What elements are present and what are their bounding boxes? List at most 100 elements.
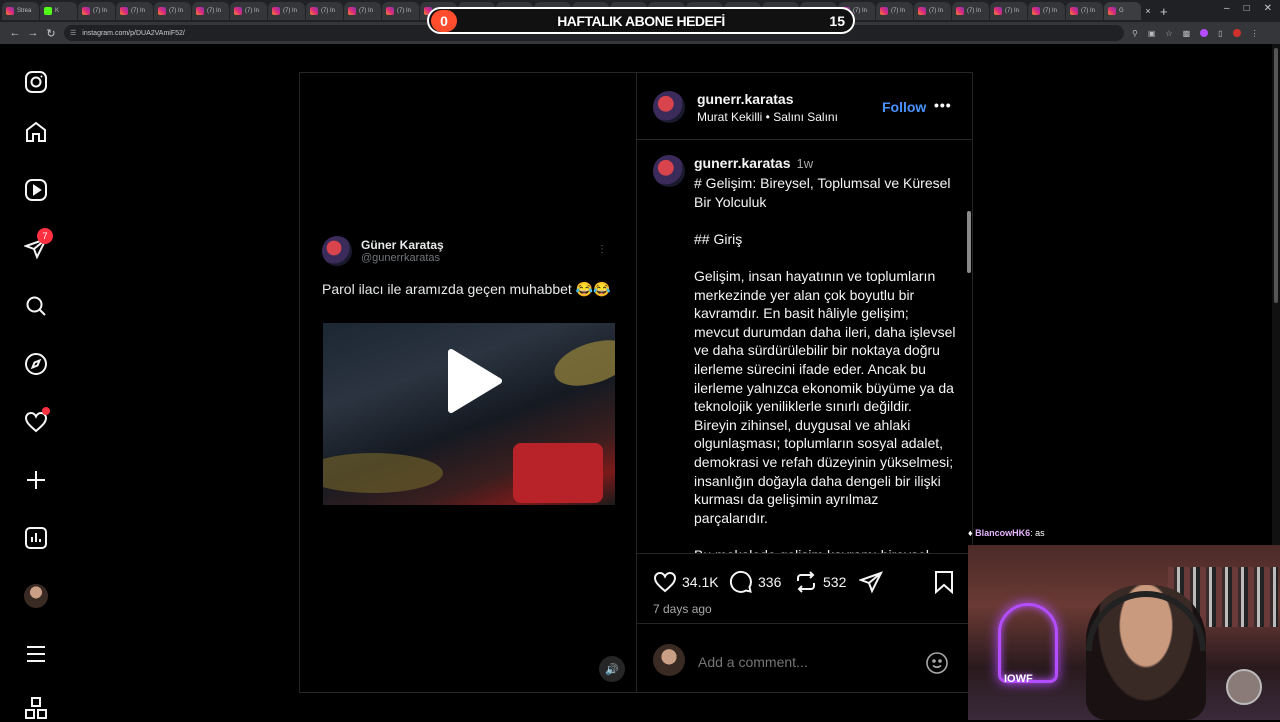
profile-icon[interactable] [1232, 28, 1241, 37]
browser-tab[interactable]: (7) In [876, 2, 913, 20]
maximize-icon[interactable]: □ [1244, 3, 1250, 14]
site-info-icon[interactable]: ☰ [70, 29, 76, 37]
tab-favicon-icon [120, 7, 128, 15]
dashboard-icon[interactable] [22, 524, 50, 552]
tab-title: (7) In [397, 8, 412, 14]
browser-tab[interactable]: (7) In [1028, 2, 1065, 20]
browser-tab[interactable]: Strea [2, 2, 39, 20]
play-icon[interactable] [443, 348, 503, 414]
speaker-icon: 🔊 [605, 663, 619, 676]
browser-menu-icon[interactable]: ⋮ [1251, 29, 1259, 38]
browser-tab[interactable]: (7) In [382, 2, 419, 20]
browser-tab[interactable]: (7) In [116, 2, 153, 20]
tweet-author-handle: @gunerrkaratas [361, 252, 441, 264]
minimize-icon[interactable]: – [1224, 3, 1230, 14]
extension-purple-icon[interactable] [1200, 28, 1209, 37]
messages-icon[interactable]: 7 [22, 228, 53, 262]
caption-username[interactable]: gunerr.karatas [694, 155, 791, 171]
neon-sign-text: IOWF [1004, 673, 1033, 685]
tab-favicon-icon [880, 7, 888, 15]
browser-tab[interactable]: (7) In [914, 2, 951, 20]
profile-avatar[interactable] [22, 582, 50, 610]
post-options-icon[interactable]: ••• [934, 97, 952, 113]
tweet-avatar [322, 236, 352, 266]
browser-tab[interactable]: (7) In [268, 2, 305, 20]
sidepanel-icon[interactable]: ▯ [1218, 29, 1222, 38]
follow-button[interactable]: Follow [882, 99, 926, 115]
tab-favicon-icon [1070, 7, 1078, 15]
comment-action: 336 [729, 570, 781, 594]
comment-icon[interactable] [729, 570, 753, 594]
browser-tab[interactable]: (7) In [344, 2, 381, 20]
browser-tab[interactable]: (7) In [192, 2, 229, 20]
zoom-icon[interactable]: ⚲ [1132, 29, 1138, 38]
subscriber-goal-bar: 0 HAFTALIK ABONE HEDEFİ 15 [427, 7, 855, 34]
tab-favicon-icon [348, 7, 356, 15]
page-scrollbar-thumb[interactable] [1274, 48, 1278, 303]
audio-track-link[interactable]: Murat Kekilli • Salını Salını [697, 110, 838, 124]
post-actions: 34.1K 336 532 7 days ago [637, 553, 973, 623]
browser-tab[interactable]: (7) In [78, 2, 115, 20]
tab-favicon-icon [994, 7, 1002, 15]
repost-icon[interactable] [794, 570, 818, 594]
share-action [859, 570, 883, 594]
caption-area[interactable]: gunerr.karatas 1w # Gelişim: Bireysel, To… [637, 141, 973, 553]
extensions-icon[interactable]: ▩ [1183, 29, 1191, 38]
browser-tab[interactable]: (7) In [230, 2, 267, 20]
instagram-logo[interactable] [22, 68, 50, 96]
notifications-icon[interactable] [22, 407, 50, 436]
bookmark-icon[interactable] [933, 570, 955, 594]
emoji-icon[interactable] [925, 651, 949, 675]
home-icon[interactable] [22, 118, 50, 146]
browser-tab[interactable]: (7) In [154, 2, 191, 20]
caption-scrollbar[interactable] [967, 211, 971, 273]
tab-title: (7) In [1043, 8, 1058, 14]
tweet-more-icon: ⋮ [597, 244, 607, 255]
author-avatar[interactable] [653, 91, 685, 123]
audio-toggle-button[interactable]: 🔊 [599, 656, 625, 682]
tweet-author-name: Güner Karataş [361, 238, 444, 252]
extensions-area: ⚲ ▣ ☆ ▩ ▯ ⋮ [1132, 28, 1259, 38]
bookmark-star-icon[interactable]: ☆ [1165, 29, 1172, 38]
close-tab-icon[interactable]: × [1142, 5, 1154, 17]
explore-icon[interactable] [22, 350, 50, 378]
tab-title: (7) In [131, 8, 146, 14]
create-icon[interactable] [22, 466, 50, 494]
tab-favicon-icon [1108, 7, 1116, 15]
browser-tab[interactable]: G [1104, 2, 1141, 20]
author-username[interactable]: gunerr.karatas [697, 91, 794, 107]
post-age[interactable]: 7 days ago [653, 602, 712, 616]
reels-icon[interactable] [22, 176, 50, 204]
caption-text: # Gelişim: Bireysel, Toplumsal ve Kürese… [694, 175, 956, 553]
tab-title: G [1119, 8, 1124, 14]
more-menu-icon[interactable] [22, 640, 50, 668]
notifications-badge: 7 [37, 228, 53, 244]
browser-tab[interactable]: (7) In [1066, 2, 1103, 20]
tab-favicon-icon [234, 7, 242, 15]
url-text: instagram.com/p/DUA2VAmiF52/ [82, 29, 185, 37]
new-tab-button[interactable]: + [1160, 4, 1168, 19]
tab-favicon-icon [918, 7, 926, 15]
tab-favicon-icon [386, 7, 394, 15]
share-icon[interactable] [859, 570, 883, 594]
comment-input[interactable] [698, 654, 908, 670]
like-count[interactable]: 34.1K [682, 574, 719, 590]
reload-button[interactable]: ↻ [42, 27, 60, 40]
browser-tab[interactable]: (7) In [306, 2, 343, 20]
browser-tab[interactable]: (7) In [952, 2, 989, 20]
also-from-meta-icon[interactable] [22, 694, 50, 722]
post-media[interactable]: Güner Karataş @gunerrkaratas ⋮ Parol ila… [299, 72, 637, 693]
tab-favicon-icon [272, 7, 280, 15]
caption-avatar[interactable] [653, 155, 685, 187]
browser-tab[interactable]: (7) In [990, 2, 1027, 20]
tab-favicon-icon [6, 7, 14, 15]
close-window-icon[interactable]: ✕ [1264, 3, 1272, 14]
cast-icon[interactable]: ▣ [1148, 29, 1156, 38]
back-button[interactable]: ← [6, 27, 24, 39]
browser-tab[interactable]: K [40, 2, 77, 20]
caption-time: 1w [796, 156, 814, 171]
search-icon[interactable] [22, 292, 50, 320]
heart-icon[interactable] [653, 570, 677, 594]
forward-button[interactable]: → [24, 27, 42, 39]
tab-title: (7) In [1005, 8, 1020, 14]
